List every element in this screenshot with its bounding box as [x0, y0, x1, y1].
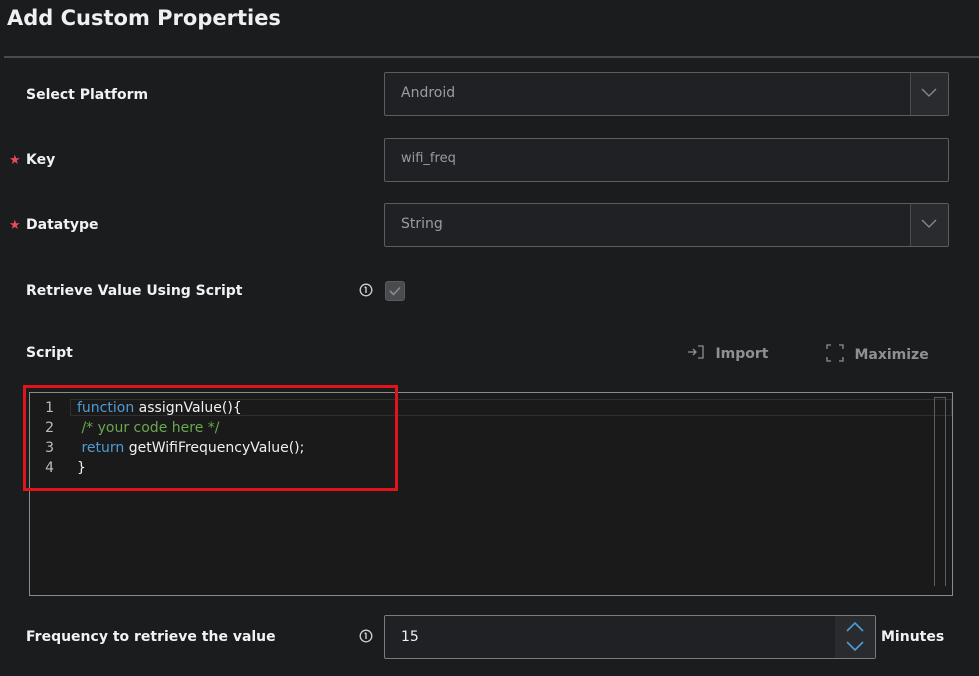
maximize-button[interactable]: Maximize: [826, 344, 929, 363]
annotation-highlight-box: [23, 385, 398, 491]
key-input[interactable]: wifi_freq: [384, 138, 949, 182]
info-icon[interactable]: [359, 629, 373, 647]
key-label: Key: [26, 152, 56, 168]
info-icon[interactable]: [359, 283, 373, 301]
platform-value: Android: [401, 85, 456, 101]
retrieve-script-checkbox[interactable]: [385, 281, 405, 301]
frequency-unit: Minutes: [881, 629, 945, 645]
retrieve-script-label: Retrieve Value Using Script: [26, 283, 243, 299]
import-button[interactable]: Import: [687, 344, 769, 362]
datatype-dropdown-toggle[interactable]: [910, 204, 948, 246]
frequency-value: 15: [401, 629, 419, 645]
script-label: Script: [26, 345, 73, 361]
chevron-up-icon[interactable]: [846, 621, 864, 633]
required-marker-key: ★: [9, 153, 21, 168]
datatype-value: String: [401, 216, 443, 232]
platform-select[interactable]: Android: [384, 72, 949, 116]
title-divider: [4, 56, 979, 58]
platform-label: Select Platform: [26, 87, 149, 103]
chevron-down-icon: [921, 88, 937, 97]
import-label: Import: [715, 346, 769, 362]
dialog-title: Add Custom Properties: [7, 6, 281, 30]
platform-dropdown-toggle[interactable]: [910, 73, 948, 115]
checkmark-icon: [389, 286, 401, 296]
datatype-select[interactable]: String: [384, 203, 949, 247]
editor-scrollbar[interactable]: [934, 397, 946, 586]
maximize-icon: [826, 344, 848, 363]
chevron-down-icon: [921, 219, 937, 228]
frequency-input[interactable]: 15: [384, 615, 876, 659]
maximize-label: Maximize: [854, 347, 929, 363]
key-value: wifi_freq: [401, 151, 456, 166]
custom-properties-dialog: Add Custom Properties Select Platform An…: [0, 0, 979, 676]
frequency-label: Frequency to retrieve the value: [26, 629, 276, 645]
frequency-stepper[interactable]: [835, 616, 875, 658]
import-icon: [687, 345, 709, 362]
required-marker-datatype: ★: [9, 218, 21, 233]
chevron-down-icon[interactable]: [846, 640, 864, 652]
datatype-label: Datatype: [26, 217, 99, 233]
